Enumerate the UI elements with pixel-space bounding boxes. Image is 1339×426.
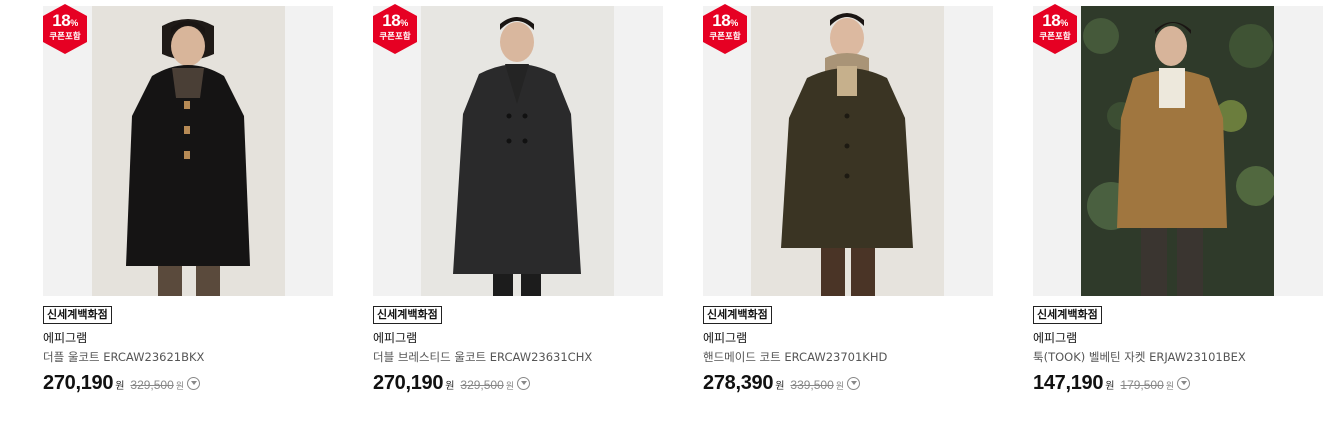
- discount-unit: %: [400, 18, 408, 28]
- discount-value: 18: [382, 11, 401, 30]
- product-photo: [421, 6, 614, 296]
- discount-unit: %: [730, 18, 738, 28]
- discount-value: 18: [52, 11, 71, 30]
- store-tag: 신세계백화점: [1033, 306, 1102, 324]
- currency-unit: 원: [1165, 382, 1175, 392]
- product-name[interactable]: 더플 울코트 ERCAW23621BKX: [43, 350, 204, 364]
- coupon-label: 쿠폰포함: [379, 32, 411, 42]
- sale-price: 270,190: [373, 372, 444, 394]
- sale-price: 147,190: [1033, 372, 1104, 394]
- brand-name[interactable]: 에피그램: [1033, 331, 1077, 345]
- coupon-label: 쿠폰포함: [709, 32, 741, 42]
- brand-name[interactable]: 에피그램: [703, 331, 747, 345]
- product-card[interactable]: 18% 쿠폰포함 신세계백화점 에피그램 더블 브레스티드 울코트 ERCAW2…: [373, 0, 663, 426]
- price-info-toggle-icon[interactable]: [517, 377, 531, 390]
- price-line: 147,190 원 179,500 원: [1033, 372, 1191, 398]
- discount-badge: 18% 쿠폰포함: [43, 4, 87, 54]
- sale-price: 278,390: [703, 372, 774, 394]
- price-info-toggle-icon[interactable]: [187, 377, 201, 390]
- original-price: 329,500: [130, 378, 174, 392]
- product-photo: [751, 6, 944, 296]
- price-info-toggle-icon[interactable]: [847, 377, 861, 390]
- currency-unit: 원: [505, 382, 515, 392]
- store-tag: 신세계백화점: [43, 306, 112, 324]
- product-name[interactable]: 더블 브레스티드 울코트 ERCAW23631CHX: [373, 350, 592, 364]
- discount-badge: 18% 쿠폰포함: [1033, 4, 1077, 54]
- product-name[interactable]: 툭(TOOK) 벨베틴 자켓 ERJAW23101BEX: [1033, 350, 1246, 364]
- product-card[interactable]: 18% 쿠폰포함 신세계백화점 에피그램 핸드메이드 코트 ERCAW23701…: [703, 0, 993, 426]
- original-price: 329,500: [460, 378, 504, 392]
- discount-unit: %: [70, 18, 78, 28]
- coupon-label: 쿠폰포함: [1039, 32, 1071, 42]
- brand-name[interactable]: 에피그램: [43, 331, 87, 345]
- coupon-label: 쿠폰포함: [49, 32, 81, 42]
- product-name[interactable]: 핸드메이드 코트 ERCAW23701KHD: [703, 350, 887, 364]
- currency-unit: 원: [445, 381, 455, 392]
- product-grid: 18% 쿠폰포함 신세계백화점 에피그램 더플 울코트 ERCAW23621BK…: [0, 0, 1339, 426]
- price-line: 278,390 원 339,500 원: [703, 372, 861, 398]
- currency-unit: 원: [115, 381, 125, 392]
- discount-value: 18: [1042, 11, 1061, 30]
- currency-unit: 원: [775, 381, 785, 392]
- price-line: 270,190 원 329,500 원: [373, 372, 531, 398]
- discount-unit: %: [1060, 18, 1068, 28]
- original-price: 339,500: [790, 378, 834, 392]
- discount-badge: 18% 쿠폰포함: [373, 4, 417, 54]
- store-tag: 신세계백화점: [373, 306, 442, 324]
- store-tag: 신세계백화점: [703, 306, 772, 324]
- currency-unit: 원: [175, 382, 185, 392]
- original-price: 179,500: [1120, 378, 1164, 392]
- product-card[interactable]: 18% 쿠폰포함 신세계백화점 에피그램 툭(TOOK) 벨베틴 자켓 ERJA…: [1033, 0, 1323, 426]
- brand-name[interactable]: 에피그램: [373, 331, 417, 345]
- product-card[interactable]: 18% 쿠폰포함 신세계백화점 에피그램 더플 울코트 ERCAW23621BK…: [43, 0, 333, 426]
- currency-unit: 원: [1105, 381, 1115, 392]
- sale-price: 270,190: [43, 372, 114, 394]
- discount-badge: 18% 쿠폰포함: [703, 4, 747, 54]
- price-line: 270,190 원 329,500 원: [43, 372, 201, 398]
- product-photo: [92, 6, 285, 296]
- discount-value: 18: [712, 11, 731, 30]
- currency-unit: 원: [835, 382, 845, 392]
- price-info-toggle-icon[interactable]: [1177, 377, 1191, 390]
- product-photo: [1081, 6, 1274, 296]
